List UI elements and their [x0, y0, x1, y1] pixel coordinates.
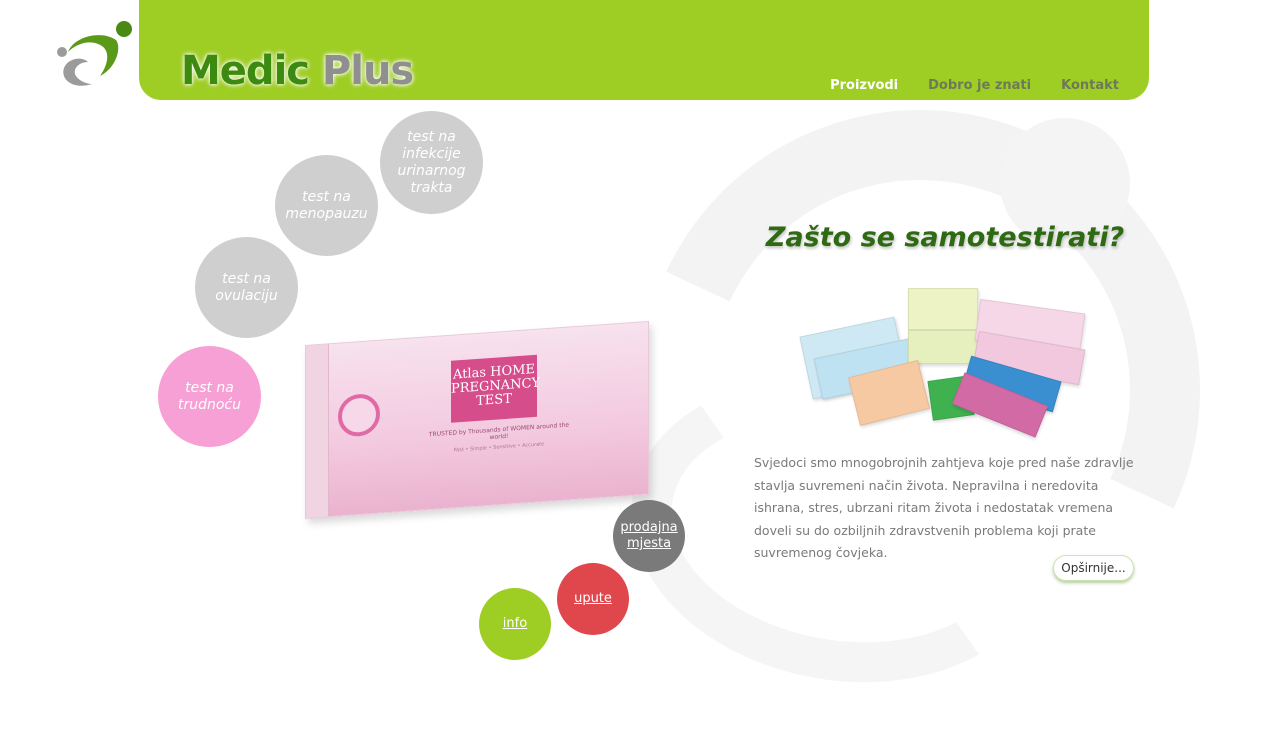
- kit-yellow-2: [908, 330, 978, 364]
- section-description: Svjedoci smo mnogobrojnih zahtjeva koje …: [754, 455, 1134, 560]
- instructions-link[interactable]: upute: [557, 563, 629, 635]
- header-bar: Medic Plus Proizvodi Dobro je znati Kont…: [139, 0, 1149, 100]
- kit-yellow: [908, 288, 978, 330]
- main-nav: Proizvodi Dobro je znati Kontakt: [830, 78, 1119, 93]
- read-more-button[interactable]: Opširnije...: [1053, 555, 1134, 581]
- category-menopause-test[interactable]: test na menopauzu: [275, 155, 378, 256]
- category-pregnancy-test[interactable]: test na trudnoću: [158, 346, 261, 447]
- nav-item-kontakt[interactable]: Kontakt: [1061, 78, 1119, 93]
- nav-item-proizvodi[interactable]: Proizvodi: [830, 78, 898, 93]
- test-kits-image: [799, 288, 1090, 438]
- nav-item-dobro-je-znati[interactable]: Dobro je znati: [928, 78, 1031, 93]
- product-label: Atlas HOME PREGNANCY TEST: [451, 354, 540, 423]
- product-seal-icon: [338, 392, 380, 438]
- section-heading: Zašto se samotestirati?: [765, 222, 1125, 253]
- category-ovulation-test[interactable]: test na ovulaciju: [195, 237, 298, 338]
- brand-part-1: Medic: [181, 48, 310, 94]
- brand-part-2: Plus: [309, 48, 414, 94]
- product-image: Atlas HOME PREGNANCY TEST TRUSTED by Tho…: [305, 320, 649, 519]
- logo-icon[interactable]: [52, 18, 136, 94]
- brand-logo-text[interactable]: Medic Plus: [181, 48, 414, 94]
- product-box-side: [306, 344, 329, 518]
- category-uti-test[interactable]: test na infekcije urinarnog trakta: [380, 111, 483, 214]
- sales-points-link[interactable]: prodajna mjesta: [613, 500, 685, 572]
- info-link[interactable]: info: [479, 588, 551, 660]
